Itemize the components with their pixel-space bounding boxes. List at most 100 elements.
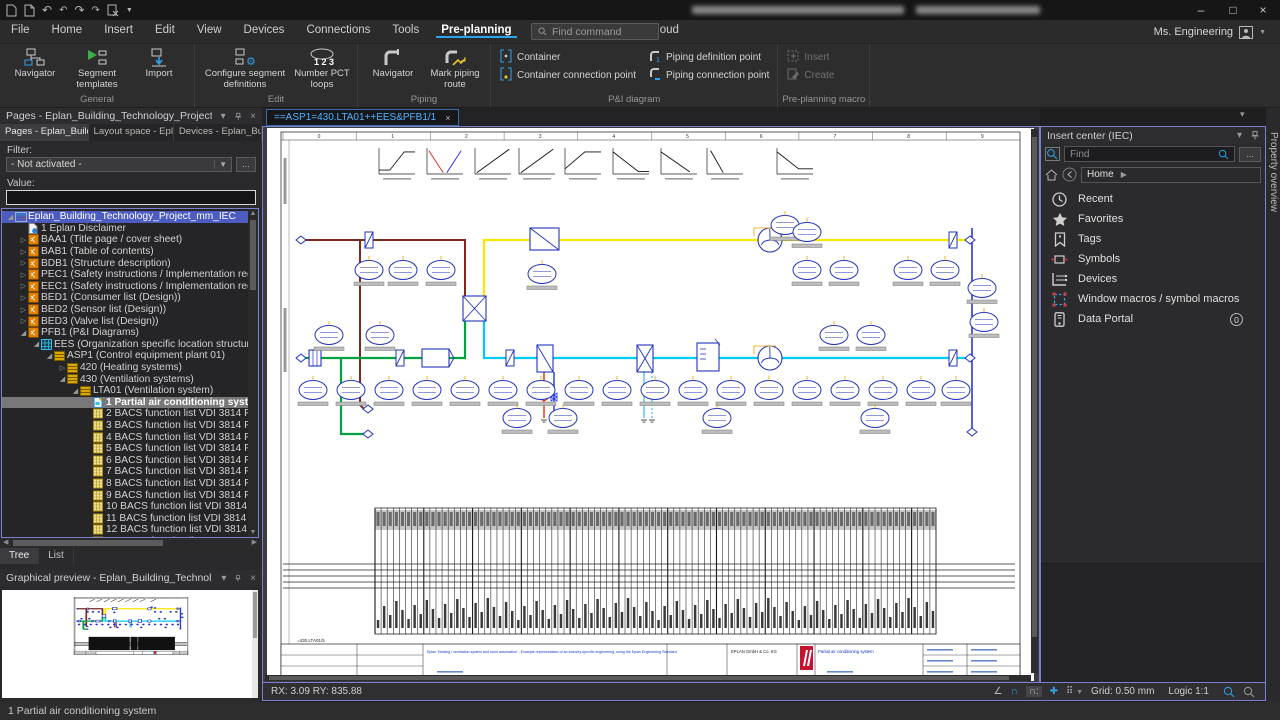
tree-expand-icon[interactable]: ◢ [45, 352, 54, 360]
tree-item[interactable]: 10 BACS function list VDI 3814 Part 4.3 [2, 501, 248, 513]
home-icon[interactable] [1045, 169, 1058, 181]
schematic-sheet[interactable]: 0123456789=430.LTA01/5Eplan 'Heating / v… [267, 128, 1034, 681]
tree-item[interactable]: 3 BACS function list VDI 3814 Part 4.3 [2, 420, 248, 432]
insert-center-search-input[interactable]: Find [1064, 146, 1235, 162]
tree-expand-icon[interactable]: ▷ [19, 248, 28, 256]
tree-item[interactable]: ◢Eplan_Building_Technology_Project_mm_IE… [2, 211, 248, 223]
zoom-in-icon[interactable] [1223, 686, 1235, 698]
open-page-icon[interactable] [24, 4, 35, 17]
back-icon[interactable] [1062, 167, 1077, 182]
import-button[interactable]: Import [128, 45, 190, 94]
redo-history-icon[interactable]: ↷ [92, 5, 100, 16]
tree-item[interactable]: 12 BACS function list VDI 3814 Part 4.3 [2, 524, 248, 536]
tree-item[interactable]: 5 BACS function list VDI 3814 Part 4.3 [2, 443, 248, 455]
panel-menu-caret[interactable]: ▾ [221, 111, 226, 122]
ribbon-tab-file[interactable]: File [0, 20, 41, 39]
insert-center-item-data-portal[interactable]: Data Portal0 [1041, 309, 1265, 329]
cancel-action-icon[interactable] [107, 4, 119, 17]
right-dock-caret[interactable]: ▾ [1240, 109, 1245, 120]
breadcrumb-home[interactable]: Home [1087, 169, 1114, 180]
tree-item[interactable]: ◢430 (Ventilation systems) [2, 373, 248, 385]
tree-item[interactable]: 11 BACS function list VDI 3814 Part 4.3 [2, 512, 248, 524]
tree-item[interactable]: ▷BED2 (Sensor list (Design)) [2, 304, 248, 316]
preview-menu-caret[interactable]: ▾ [221, 573, 226, 584]
ribbon-tab-view[interactable]: View [186, 20, 233, 39]
tree-item[interactable]: ▷BAA1 (Title page / cover sheet) [2, 234, 248, 246]
search-options-button[interactable]: ... [1239, 147, 1261, 162]
tree-expand-icon[interactable]: ▷ [19, 294, 28, 302]
tree-item[interactable]: ◢EES (Organization specific location str… [2, 339, 248, 351]
insert-center-pin-icon[interactable] [1251, 131, 1259, 140]
tree-vertical-scrollbar[interactable]: ▲ ▼ [248, 209, 258, 537]
insert-center-caret[interactable]: ▾ [1237, 130, 1242, 141]
navigator-button[interactable]: Navigator [362, 45, 424, 94]
ribbon-tab-edit[interactable]: Edit [144, 20, 186, 39]
tree-expand-icon[interactable]: ◢ [71, 387, 80, 395]
undo-icon[interactable]: ↶ [42, 3, 52, 17]
navigator-button[interactable]: Navigator [4, 45, 66, 94]
preview-pin-icon[interactable] [235, 574, 241, 583]
tree-item[interactable]: 2 BACS function list VDI 3814 Part 4.3 [2, 408, 248, 420]
ribbon-tab-pre-planning[interactable]: Pre-planning [430, 20, 522, 39]
tree-expand-icon[interactable]: ▷ [19, 317, 28, 325]
property-overview-strip[interactable]: Property overview [1266, 108, 1280, 702]
ribbon-tab-home[interactable]: Home [41, 20, 94, 39]
tree-item[interactable]: 7 BACS function list VDI 3814 Part 4.3 [2, 466, 248, 478]
tree-item[interactable]: ▷PEC1 (Safety instructions / Implementat… [2, 269, 248, 281]
insert-center-item-tags[interactable]: Tags [1041, 229, 1265, 249]
filter-dropdown[interactable]: - Not activated - ▼ [6, 157, 232, 172]
zoom-window-icon[interactable] [1243, 686, 1255, 698]
ribbon-tab-connections[interactable]: Connections [295, 20, 381, 39]
tree-expand-icon[interactable]: ▷ [19, 306, 28, 314]
tree-item[interactable]: ◢PFB1 (P&I Diagrams) [2, 327, 248, 339]
configure-segment-definitions-button[interactable]: ⚙Configure segment definitions [199, 45, 291, 94]
tree-item[interactable]: 6 BACS function list VDI 3814 Part 4.3 [2, 454, 248, 466]
insert-center-item-favorites[interactable]: Favorites [1041, 209, 1265, 229]
preview-close-icon[interactable]: × [250, 573, 256, 584]
tree-item[interactable]: 4 BACS function list VDI 3814 Part 4.3 [2, 431, 248, 443]
angle-snap-icon[interactable]: ∠ [993, 686, 1002, 697]
ribbon-tab-devices[interactable]: Devices [233, 20, 296, 39]
insert-center-item-window-macros-symbol-macros[interactable]: Window macros / symbol macros [1041, 289, 1265, 309]
snap-points-icon[interactable]: ∩: [1026, 686, 1042, 697]
grid-display-icon[interactable]: ⠿ ▼ [1066, 686, 1083, 697]
dock-tab-2[interactable]: Devices - Eplan_Build... [174, 124, 262, 141]
minimize-button[interactable]: – [1186, 0, 1216, 20]
find-command-box[interactable]: Find command [531, 23, 659, 40]
tree-expand-icon[interactable]: ▷ [58, 364, 67, 372]
insert-center-item-recent[interactable]: Recent [1041, 189, 1265, 209]
crosshair-icon[interactable]: ✚ [1050, 686, 1058, 697]
tree-expand-icon[interactable]: ▷ [19, 271, 28, 279]
panel-close-icon[interactable]: × [250, 111, 256, 122]
number-pct-loops-button[interactable]: 1 2 3Number PCT loops [291, 45, 353, 94]
drawing-canvas[interactable]: 0123456789=430.LTA01/5Eplan 'Heating / v… [262, 126, 1040, 683]
insert-button[interactable]: Insert [782, 49, 838, 65]
dock-tab-1[interactable]: Layout space - Eplan... [89, 124, 174, 141]
object-snap-icon[interactable]: ∩ [1010, 686, 1017, 697]
maximize-button[interactable]: □ [1218, 0, 1248, 20]
dock-tab-0[interactable]: Pages - Eplan_Buildin... [0, 124, 89, 141]
undo-history-icon[interactable]: ↶ [59, 5, 67, 16]
container-button[interactable]: Container [495, 49, 640, 65]
filter-more-button[interactable]: ... [236, 157, 256, 172]
tree-item[interactable]: ▷EEC1 (Safety instructions / Implementat… [2, 281, 248, 293]
tree-item[interactable]: ▷BED3 (Valve list (Design)) [2, 315, 248, 327]
tree-expand-icon[interactable]: ◢ [19, 329, 28, 337]
tree-expand-icon[interactable]: ▷ [19, 236, 28, 244]
breadcrumb[interactable]: Home ▶ [1081, 167, 1261, 183]
create-button[interactable]: Create [782, 67, 838, 83]
tree-expand-icon[interactable]: ▷ [19, 282, 28, 290]
insert-center-item-devices[interactable]: Devices [1041, 269, 1265, 289]
tree-item[interactable]: ▷BAB1 (Table of contents) [2, 246, 248, 258]
tree-item[interactable]: ▷BDB1 (Structure description) [2, 257, 248, 269]
pin-icon[interactable] [235, 112, 242, 121]
tree-item[interactable]: 1 Partial air conditioning system [2, 397, 248, 409]
tree-expand-icon[interactable]: ◢ [6, 213, 15, 221]
close-button[interactable]: × [1248, 0, 1278, 20]
tree-expand-icon[interactable]: ◢ [32, 340, 41, 348]
tree-item[interactable]: 9 BACS function list VDI 3814 Part 4.3 [2, 489, 248, 501]
tab-tree[interactable]: Tree [0, 548, 39, 564]
grid-setting[interactable]: Grid: 0.50 mm [1091, 686, 1154, 697]
piping-definition-point-button[interactable]: 1Piping definition point [644, 49, 773, 65]
tree-item[interactable]: ▷BED1 (Consumer list (Design)) [2, 292, 248, 304]
